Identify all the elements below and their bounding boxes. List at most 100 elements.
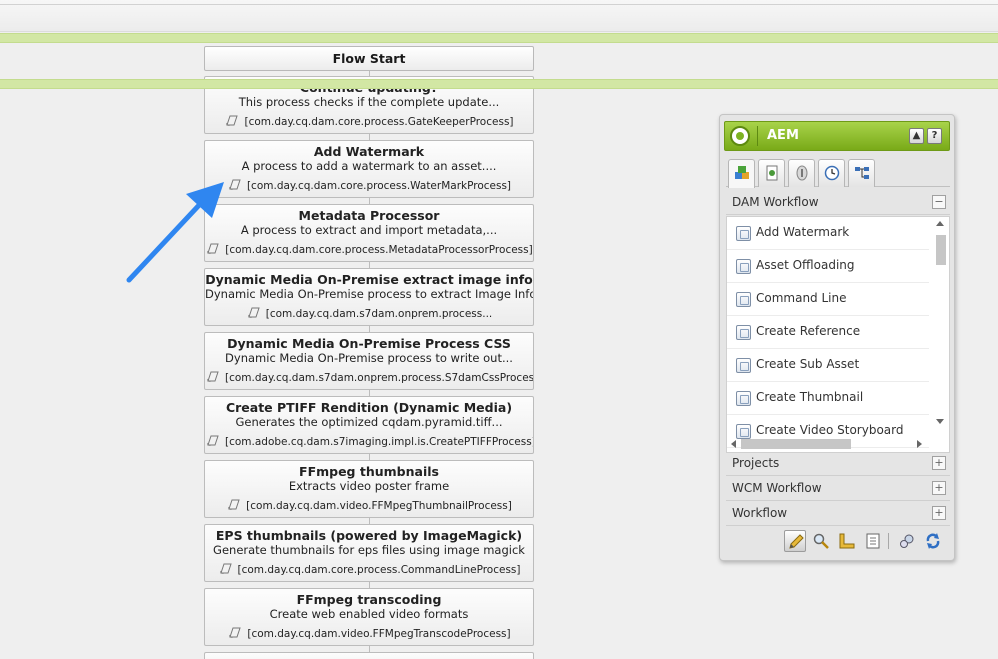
step-dm-process-css[interactable]: Dynamic Media On-Premise Process CSS Dyn… [204,332,534,390]
step-description: Dynamic Media On-Premise process to extr… [205,287,533,301]
workflow-step-icon [736,226,751,241]
panel-header[interactable]: AEM ▲ ? [724,121,950,151]
step-description: Generates the optimized cqdam.pyramid.ti… [235,415,503,429]
workflow-step-icon [736,325,751,340]
tab-workflow[interactable] [848,159,875,187]
process-script-icon [229,627,242,638]
section-label: Workflow [732,506,788,520]
step-ffmpeg-transcoding[interactable]: FFmpeg transcoding Create web enabled vi… [204,588,534,646]
settings-button[interactable] [896,530,918,552]
pencil-icon [789,534,804,549]
step-class: [com.day.cq.dam.core.process.MetadataPro… [205,242,533,257]
workflow-step-icon [736,358,751,373]
refresh-icon [926,533,940,549]
step-class: [com.day.cq.dam.s7dam.onprem.process.S7d… [205,370,533,385]
workflow-tree-icon [855,167,869,179]
panel-tabs [726,159,950,188]
step-title: EPS thumbnails (powered by ImageMagick) [215,529,523,543]
tab-components[interactable] [728,159,755,188]
section-projects[interactable]: Projects + [726,451,950,476]
workflow-step-icon [736,259,751,274]
step-create-ptiff[interactable]: Create PTIFF Rendition (Dynamic Media) G… [204,396,534,454]
tab-versioning[interactable] [818,159,845,187]
step-class: [com.day.cq.dam.core.process.GateKeeperP… [205,114,533,129]
scaffolding-mode-button[interactable] [862,530,884,552]
tab-page[interactable] [758,159,785,187]
scroll-up-icon[interactable] [936,221,944,226]
step-ffmpeg-thumbnails[interactable]: FFmpeg thumbnails Extracts video poster … [204,460,534,518]
page-icon [766,165,778,181]
toolbar-divider [888,533,889,549]
step-title: Dynamic Media On-Premise Process CSS [227,337,511,351]
workflow-step-icon [736,292,751,307]
list-item-label: Asset Offloading [756,258,855,272]
step-description: A process to extract and import metadata… [240,223,498,237]
process-script-icon [228,499,240,510]
process-script-icon [207,435,219,446]
aem-sidekick-panel[interactable]: AEM ▲ ? DAM Workflow − Add Watermark Ass… [719,114,955,561]
section-dam-workflow[interactable]: DAM Workflow − [726,190,950,215]
step-description: This process checks if the complete upda… [238,95,500,109]
list-item-label: Create Video Storyboard [756,423,904,437]
horizontal-scrollbar[interactable] [729,437,929,451]
process-script-icon [248,307,260,318]
scroll-right-icon[interactable] [917,440,922,448]
preview-mode-button[interactable] [810,530,832,552]
flow-start-node[interactable]: Flow Start [204,46,534,71]
annotation-arrow-icon [126,182,224,283]
collapse-button[interactable]: ▲ [909,128,924,144]
step-title: Create PTIFF Rendition (Dynamic Media) [225,401,513,415]
list-item-create-reference[interactable]: Create Reference [727,316,929,349]
section-workflow[interactable]: Workflow + [726,501,950,526]
design-mode-button[interactable] [836,530,858,552]
tab-info[interactable] [788,159,815,187]
scroll-thumb[interactable] [741,439,851,449]
step-eps-thumbnails[interactable]: EPS thumbnails (powered by ImageMagick) … [204,524,534,582]
list-item-label: Create Thumbnail [756,390,864,404]
component-list[interactable]: Add Watermark Asset Offloading Command L… [726,216,950,453]
scroll-thumb[interactable] [936,235,946,265]
magnifier-icon [813,533,829,549]
step-dm-extract-image-info[interactable]: Dynamic Media On-Premise extract image i… [204,268,534,326]
expand-section-icon[interactable]: + [932,506,946,520]
step-add-watermark[interactable]: Add Watermark A process to add a waterma… [204,140,534,198]
step-class: [com.day.cq.dam.video.FFMpegThumbnailPro… [205,498,533,513]
edit-mode-button[interactable] [784,530,806,552]
step-class: [com.day.cq.dam.s7dam.onprem.process... [205,306,533,321]
collapse-section-icon[interactable]: − [932,195,946,209]
components-icon [735,166,749,179]
step-title: FFmpeg thumbnails [299,465,439,479]
step-class: [com.day.cq.dam.core.process.CommandLine… [205,562,533,577]
list-item-label: Create Sub Asset [756,357,860,371]
clock-icon [824,165,840,181]
step-class: [com.adobe.cq.dam.s7imaging.impl.is.Crea… [205,434,533,449]
section-label: Projects [732,456,780,470]
list-item-command-line[interactable]: Command Line [727,283,929,316]
expand-section-icon[interactable]: + [932,481,946,495]
list-item-asset-offloading[interactable]: Asset Offloading [727,250,929,283]
process-script-icon [226,115,239,126]
guide-line-top [0,33,998,43]
expand-section-icon[interactable]: + [932,456,946,470]
step-title: Dynamic Media On-Premise extract image i… [205,273,533,287]
list-item-add-watermark[interactable]: Add Watermark [727,217,929,250]
section-wcm-workflow[interactable]: WCM Workflow + [726,476,950,501]
list-item-create-sub-asset[interactable]: Create Sub Asset [727,349,929,382]
list-item-label: Create Reference [756,324,861,338]
list-item-create-thumbnail[interactable]: Create Thumbnail [727,382,929,415]
step-next-partial[interactable] [204,652,534,659]
step-metadata-processor[interactable]: Metadata Processor A process to extract … [204,204,534,262]
scroll-left-icon[interactable] [731,440,736,448]
help-button[interactable]: ? [927,128,942,144]
refresh-button[interactable] [922,530,944,552]
workflow-step-icon [736,391,751,406]
step-title: Metadata Processor [298,209,440,223]
step-class: [com.day.cq.dam.video.FFMpegTranscodePro… [205,626,533,641]
list-item-label: Add Watermark [756,225,850,239]
info-icon [796,165,808,181]
scroll-down-icon[interactable] [936,419,944,424]
vertical-scrollbar[interactable] [933,221,947,431]
top-toolbar [0,0,998,32]
process-script-icon [219,563,232,574]
ruler-icon [839,533,855,549]
